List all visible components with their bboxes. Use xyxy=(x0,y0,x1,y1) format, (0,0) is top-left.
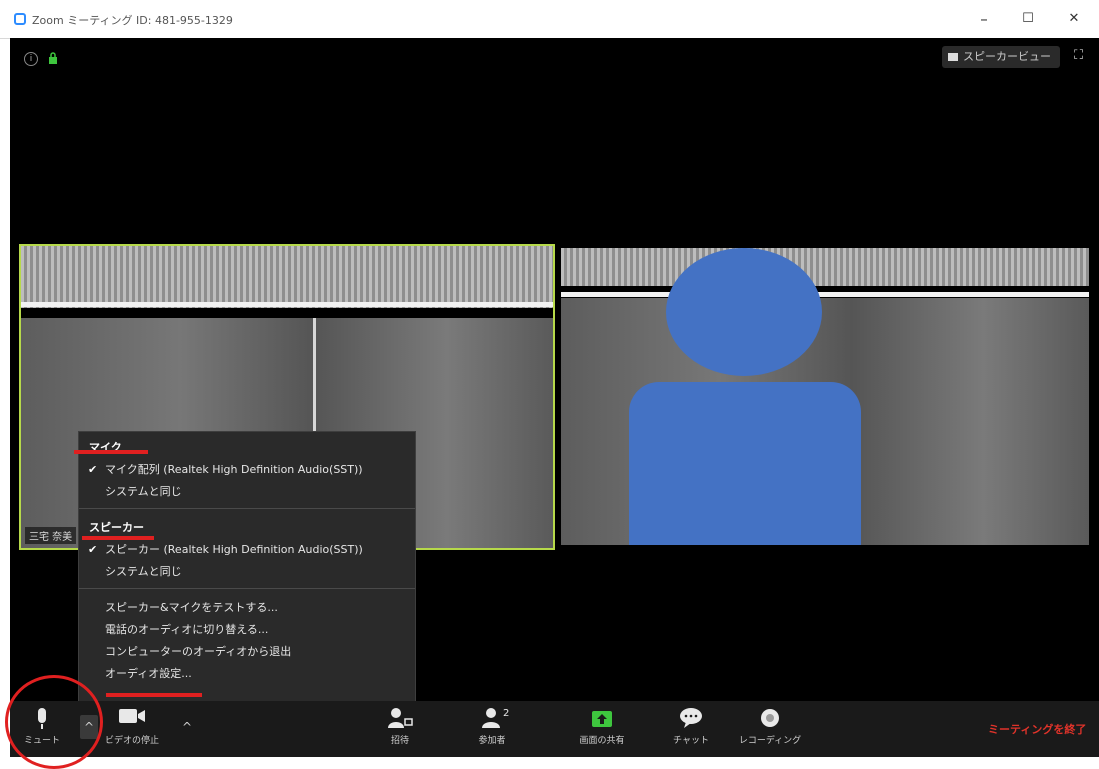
menu-divider xyxy=(79,588,415,589)
audio-options-menu: マイク ✔ マイク配列 (Realtek High Definition Aud… xyxy=(78,431,416,703)
ceiling-light xyxy=(21,302,553,307)
menu-divider xyxy=(79,508,415,509)
lock-icon[interactable] xyxy=(48,52,58,64)
info-icon[interactable]: i xyxy=(24,52,38,66)
window-bottom-edge xyxy=(0,757,1099,769)
stop-video-label: ビデオの停止 xyxy=(104,736,159,746)
invite-label: 招待 xyxy=(390,736,409,746)
participants-icon: 2 xyxy=(452,707,532,733)
leave-computer-audio-item[interactable]: コンピューターのオーディオから退出 xyxy=(79,642,441,662)
participants-count: 2 xyxy=(503,708,510,719)
mic-option-array[interactable]: ✔ マイク配列 (Realtek High Definition Audio(S… xyxy=(79,460,441,480)
share-screen-button[interactable]: 画面の共有 xyxy=(562,707,642,746)
window-title: Zoom ミーティング ID: 481-955-1329 xyxy=(32,14,233,27)
window-titlebar: Zoom ミーティング ID: 481-955-1329 – ☐ ✕ xyxy=(0,0,1099,39)
video-options-caret[interactable]: ^ xyxy=(178,715,196,739)
ceiling-light xyxy=(561,292,1089,297)
meeting-toolbar: ミュート ^ ビデオの停止 ^ 招待 2 参加者 画面の共有 チャット レコーデ… xyxy=(10,701,1099,757)
video-camera-icon xyxy=(92,707,172,733)
chat-label: チャット xyxy=(673,736,709,746)
share-screen-label: 画面の共有 xyxy=(579,736,625,746)
avatar-head xyxy=(666,248,822,376)
test-speaker-mic-item[interactable]: スピーカー&マイクをテストする... xyxy=(79,598,441,618)
close-button[interactable]: ✕ xyxy=(1060,8,1088,30)
record-button[interactable]: レコーディング xyxy=(730,707,810,746)
record-icon xyxy=(730,707,810,733)
check-icon: ✔ xyxy=(88,463,98,476)
fullscreen-icon[interactable]: ⛶ xyxy=(1074,48,1083,63)
avatar-body xyxy=(629,382,861,545)
mic-option-system[interactable]: システムと同じ xyxy=(79,482,441,502)
record-label: レコーディング xyxy=(738,736,802,746)
mic-section-header: マイク xyxy=(89,441,122,454)
speaker-option-system[interactable]: システムと同じ xyxy=(79,562,441,582)
video-tile-remote[interactable] xyxy=(561,248,1089,545)
mic-option-label: マイク配列 (Realtek High Definition Audio(SST… xyxy=(105,463,363,476)
invite-person-icon xyxy=(360,707,440,733)
maximize-button[interactable]: ☐ xyxy=(1014,8,1042,30)
invite-button[interactable]: 招待 xyxy=(360,707,440,746)
minimize-button[interactable]: – xyxy=(970,8,998,30)
meeting-stage: i スピーカービュー ⛶ 三宅 奈美 マイク ✔ マイク配列 (Realtek … xyxy=(10,38,1099,703)
end-meeting-button[interactable]: ミーティングを終了 xyxy=(988,721,1086,737)
annotation-underline-mic xyxy=(74,450,148,454)
switch-to-phone-audio-item[interactable]: 電話のオーディオに切り替える... xyxy=(79,620,441,640)
speaker-view-button[interactable]: スピーカービュー xyxy=(942,46,1060,68)
view-grid-icon xyxy=(948,53,958,61)
speaker-section-header: スピーカー xyxy=(89,521,144,534)
participants-label: 参加者 xyxy=(478,736,506,746)
annotation-underline-audio-settings xyxy=(106,693,202,697)
stop-video-button[interactable]: ビデオの停止 xyxy=(92,707,172,746)
speaker-option-label: スピーカー (Realtek High Definition Audio(SST… xyxy=(105,543,363,556)
annotation-circle-mute xyxy=(5,675,103,769)
participant-name-tag: 三宅 奈美 xyxy=(25,527,77,544)
chat-button[interactable]: チャット xyxy=(651,707,731,746)
zoom-app-icon xyxy=(14,13,26,25)
share-screen-icon xyxy=(562,707,642,733)
participants-button[interactable]: 2 参加者 xyxy=(452,707,532,746)
ceiling-panel xyxy=(21,246,553,308)
speaker-view-label: スピーカービュー xyxy=(963,50,1051,63)
ceiling-panel xyxy=(561,248,1089,286)
check-icon: ✔ xyxy=(88,543,98,556)
speaker-option-realtek[interactable]: ✔ スピーカー (Realtek High Definition Audio(S… xyxy=(79,540,441,560)
annotation-underline-speaker xyxy=(82,536,154,540)
audio-settings-item[interactable]: オーディオ設定... xyxy=(79,664,441,684)
chat-bubble-icon xyxy=(651,707,731,733)
